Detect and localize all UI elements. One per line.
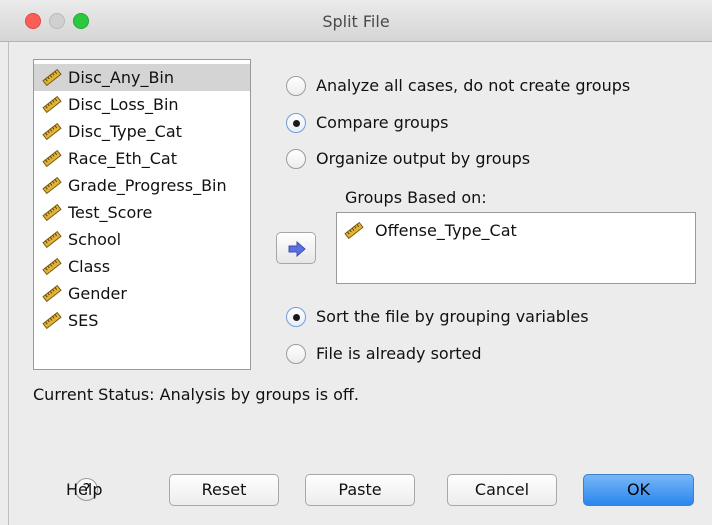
title-bar: Split File <box>0 0 712 42</box>
radio-label: Organize output by groups <box>316 149 531 168</box>
radio-button-icon[interactable] <box>286 307 306 327</box>
current-status-text: Current Status: Analysis by groups is of… <box>33 385 360 404</box>
move-variable-button[interactable] <box>276 232 316 264</box>
ok-button[interactable]: OK <box>583 474 694 506</box>
scale-ruler-icon <box>42 150 62 167</box>
paste-button[interactable]: Paste <box>305 474 415 506</box>
window-divider <box>8 42 9 525</box>
group-variable-item[interactable]: Offense_Type_Cat <box>337 217 695 244</box>
reset-button[interactable]: Reset <box>169 474 279 506</box>
scale-ruler-icon <box>42 204 62 221</box>
radio-label: Sort the file by grouping variables <box>316 307 589 326</box>
radio-label: Compare groups <box>316 113 449 132</box>
scale-ruler-icon <box>344 222 364 239</box>
variable-label: Class <box>68 257 111 276</box>
scale-ruler-icon <box>42 123 62 140</box>
variable-label: Grade_Progress_Bin <box>68 176 227 195</box>
variable-label: Disc_Any_Bin <box>68 68 175 87</box>
variable-label: School <box>68 230 122 249</box>
variable-list-item[interactable]: SES <box>34 307 250 334</box>
scale-ruler-icon <box>42 312 62 329</box>
scale-ruler-icon <box>42 69 62 86</box>
variable-list-item[interactable]: Gender <box>34 280 250 307</box>
radio-button-icon[interactable] <box>286 76 306 96</box>
variable-list[interactable]: Disc_Any_Bin Disc_Loss_Bin Disc_Type_Cat Ra… <box>33 59 251 370</box>
cancel-button[interactable]: Cancel <box>447 474 557 506</box>
variable-label: Disc_Type_Cat <box>68 122 182 141</box>
scale-ruler-icon <box>42 258 62 275</box>
variable-label: SES <box>68 311 99 330</box>
variable-label: Gender <box>68 284 127 303</box>
groups-based-on-label: Groups Based on: <box>345 188 487 207</box>
groups-based-on-list[interactable]: Offense_Type_Cat <box>336 212 696 284</box>
scale-ruler-icon <box>42 285 62 302</box>
radio-button-icon[interactable] <box>286 113 306 133</box>
group-variable-label: Offense_Type_Cat <box>375 221 517 240</box>
help-label: Help <box>66 480 103 499</box>
split-file-dialog: Split File Disc_Any_Bin Disc_Loss_Bin Disc… <box>0 0 712 525</box>
scale-ruler-icon <box>42 231 62 248</box>
variable-list-item[interactable]: School <box>34 226 250 253</box>
variable-label: Test_Score <box>68 203 153 222</box>
scale-ruler-icon <box>42 96 62 113</box>
variable-list-item[interactable]: Class <box>34 253 250 280</box>
arrow-right-icon <box>288 241 306 257</box>
variable-list-item[interactable]: Disc_Type_Cat <box>34 118 250 145</box>
scale-ruler-icon <box>42 177 62 194</box>
variable-label: Disc_Loss_Bin <box>68 95 179 114</box>
radio-label: File is already sorted <box>316 344 482 363</box>
radio-label: Analyze all cases, do not create groups <box>316 76 631 95</box>
radio-button-icon[interactable] <box>286 149 306 169</box>
variable-list-item[interactable]: Race_Eth_Cat <box>34 145 250 172</box>
help-button[interactable]: ? Help <box>62 474 116 506</box>
window-title: Split File <box>322 12 390 31</box>
variable-list-item[interactable]: Test_Score <box>34 199 250 226</box>
radio-button-icon[interactable] <box>286 344 306 364</box>
variable-list-item[interactable]: Disc_Any_Bin <box>34 64 250 91</box>
variable-list-item[interactable]: Disc_Loss_Bin <box>34 91 250 118</box>
variable-label: Race_Eth_Cat <box>68 149 177 168</box>
variable-list-item[interactable]: Grade_Progress_Bin <box>34 172 250 199</box>
